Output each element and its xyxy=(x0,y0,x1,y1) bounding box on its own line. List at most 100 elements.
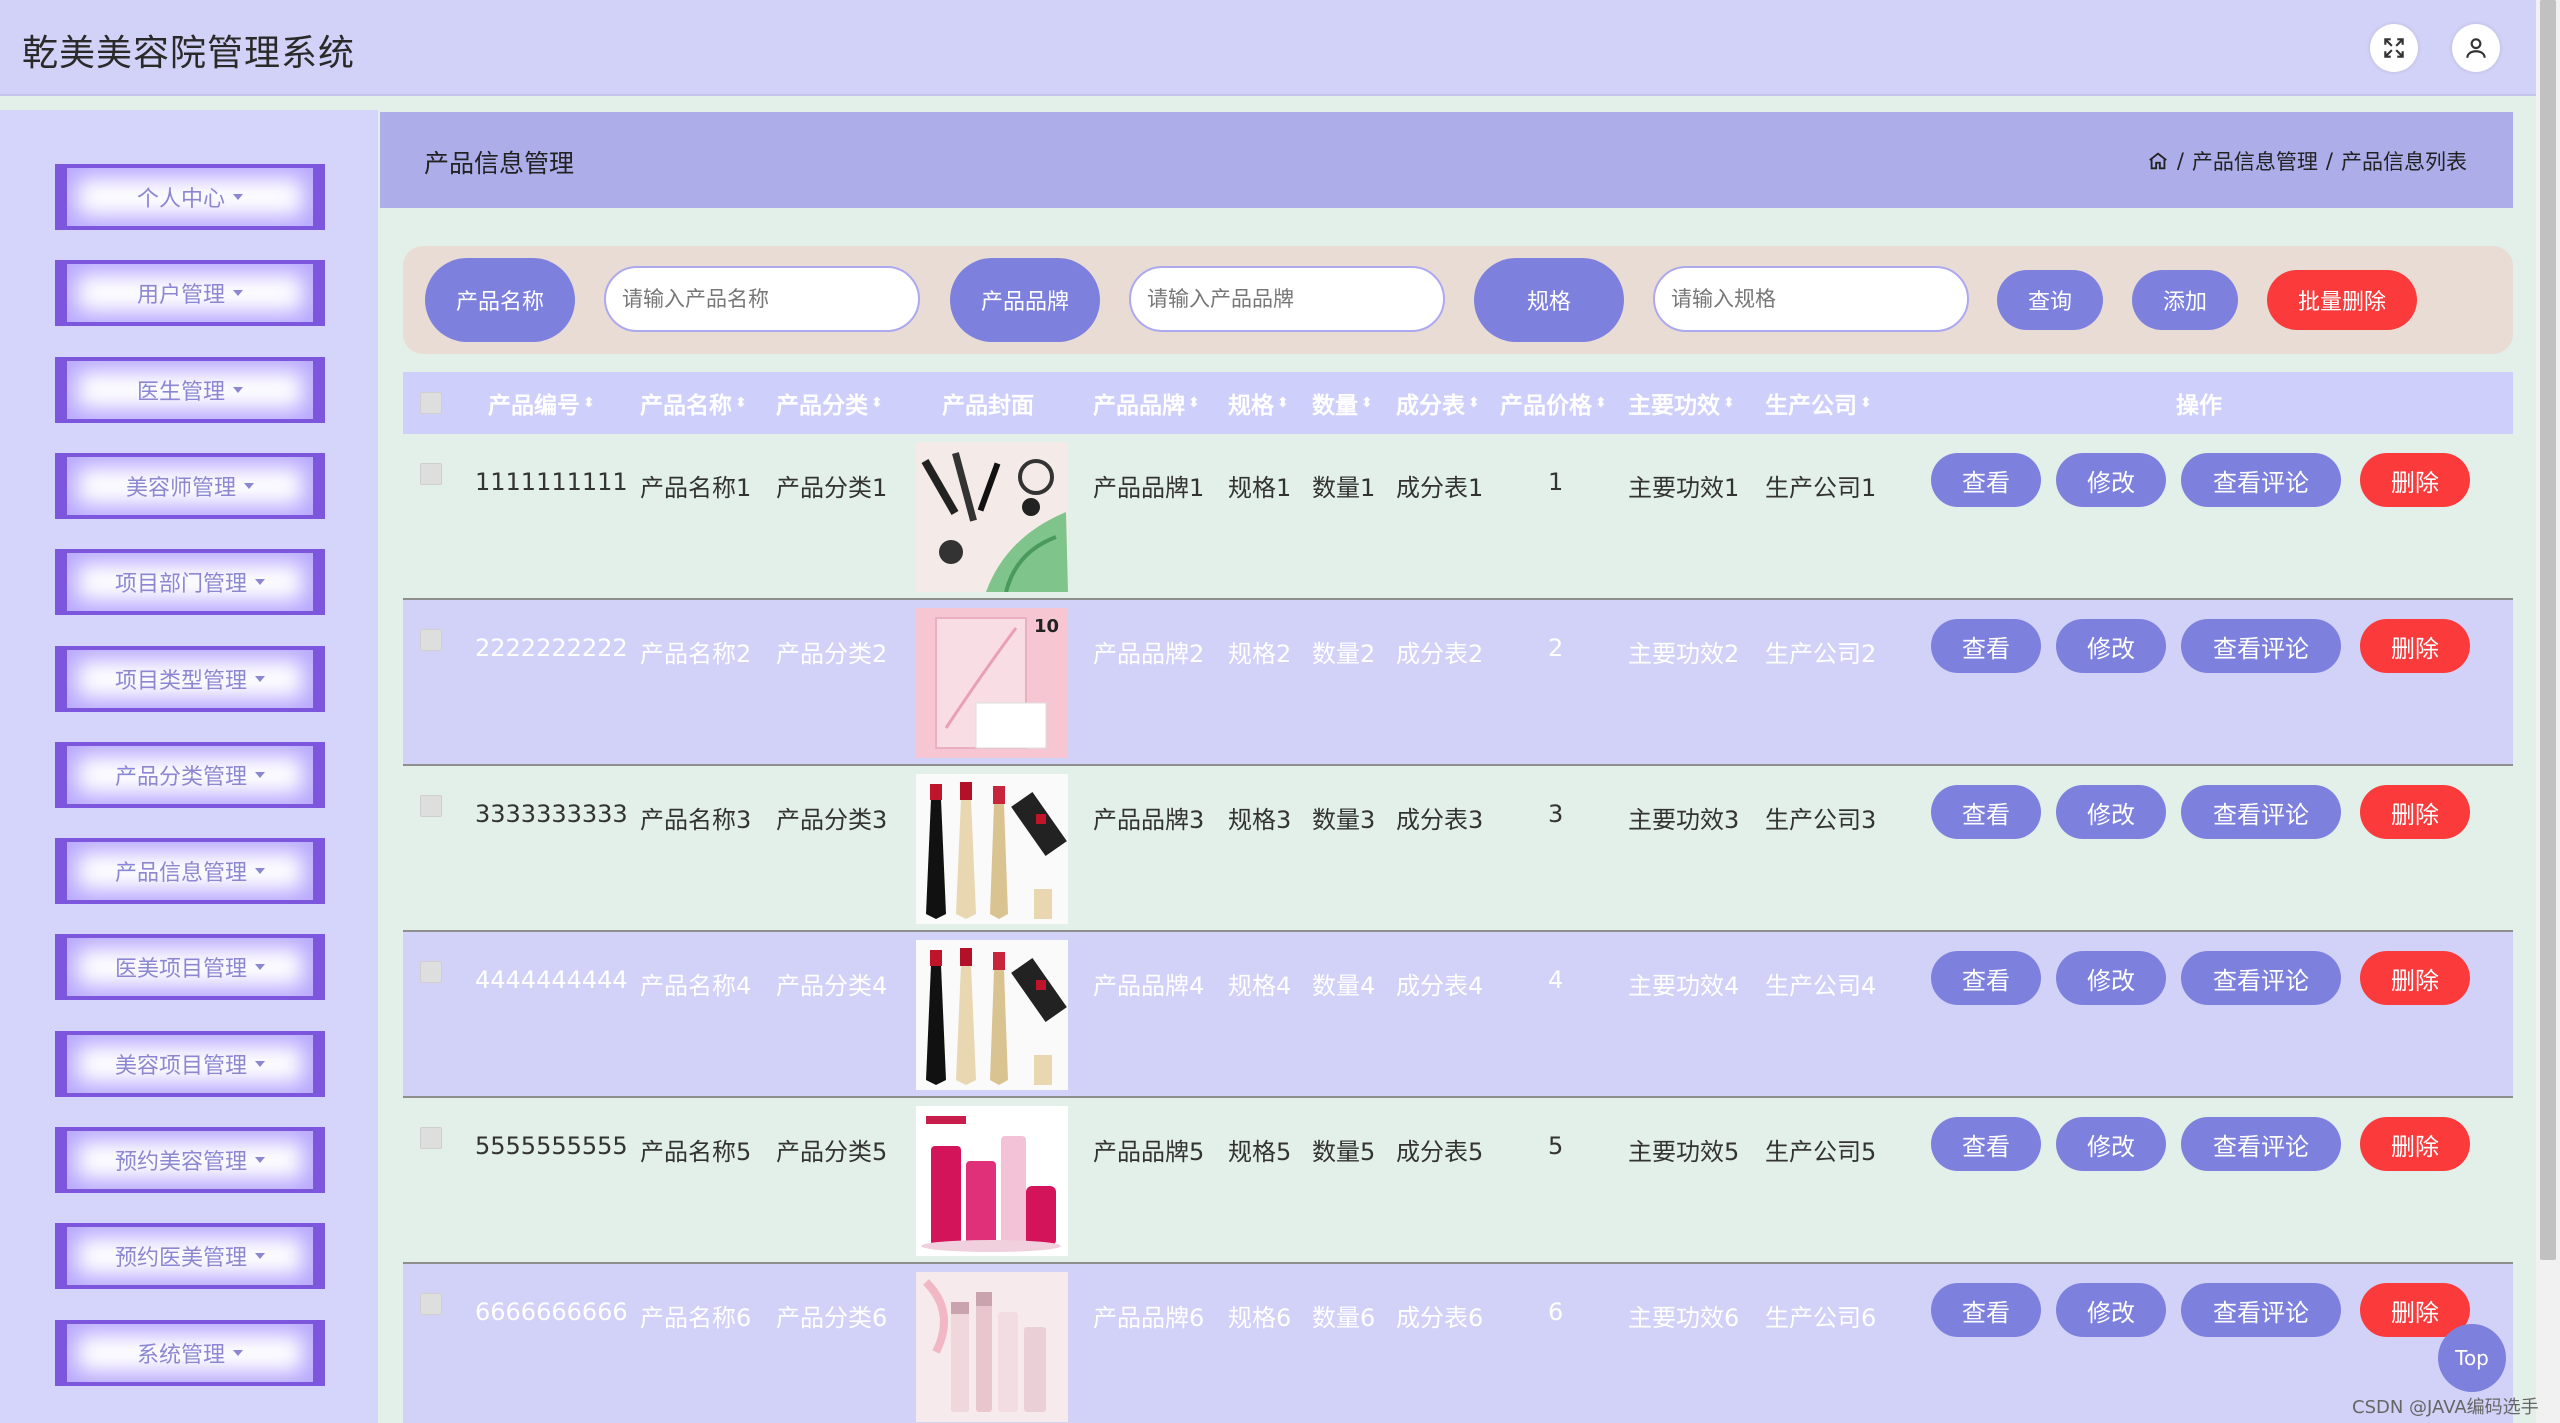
col-category[interactable]: 产品分类 ⬍ xyxy=(776,372,883,434)
delete-button[interactable]: 删除 xyxy=(2360,619,2470,673)
edit-button[interactable]: 修改 xyxy=(2056,785,2166,839)
col-code[interactable]: 产品编号 ⬍ xyxy=(488,372,595,434)
edit-button[interactable]: 修改 xyxy=(2056,619,2166,673)
delete-button[interactable]: 删除 xyxy=(2360,785,2470,839)
row-checkbox[interactable] xyxy=(420,1127,442,1149)
cell-spec: 规格5 xyxy=(1228,1138,1292,1166)
sidebar-item[interactable]: 项目类型管理 xyxy=(55,645,325,712)
cell-name: 产品名称3 xyxy=(640,806,752,834)
table-body: 1111111111 产品名称1 产品分类1 产品品牌1 规格1 数量1 成分表1 1 主要功效… xyxy=(403,434,2513,1423)
view-button[interactable]: 查看 xyxy=(1931,951,2041,1005)
fullscreen-button[interactable] xyxy=(2370,24,2418,72)
sidebar-item-inner: 美容师管理 xyxy=(67,456,313,515)
table-row: 3333333333 产品名称3 产品分类3 产品品牌3 规格3 数量3 成分表3 3 主要功效… xyxy=(403,766,2513,932)
table-row: 2222222222 产品名称2 产品分类2 10 产品品牌2 规格2 数量2 成分表2 2 主要… xyxy=(403,600,2513,766)
view-reviews-button[interactable]: 查看评论 xyxy=(2181,785,2341,839)
sidebar-item[interactable]: 预约医美管理 xyxy=(55,1223,325,1290)
view-button[interactable]: 查看 xyxy=(1931,453,2041,507)
product-cover-image xyxy=(916,940,1068,1090)
col-brand[interactable]: 产品品牌 ⬍ xyxy=(1093,372,1200,434)
caret-down-icon xyxy=(255,1157,265,1163)
scrollbar-thumb[interactable] xyxy=(2540,0,2556,1260)
cell-ingredients: 成分表5 xyxy=(1396,1138,1484,1166)
sort-icon: ⬍ xyxy=(1361,395,1373,411)
sidebar-item[interactable]: 产品分类管理 xyxy=(55,741,325,808)
row-checkbox[interactable] xyxy=(420,1293,442,1315)
sidebar-item[interactable]: 预约美容管理 xyxy=(55,1127,325,1193)
app-title: 乾美美容院管理系统 xyxy=(22,33,356,74)
add-button[interactable]: 添加 xyxy=(2132,270,2238,330)
home-icon[interactable] xyxy=(2147,150,2169,172)
sidebar-item[interactable]: 医美项目管理 xyxy=(55,934,325,1001)
sort-icon: ⬍ xyxy=(583,395,595,411)
spec-input[interactable] xyxy=(1653,266,1969,332)
product-name-input[interactable] xyxy=(604,266,920,332)
user-button[interactable] xyxy=(2452,24,2500,72)
col-name[interactable]: 产品名称 ⬍ xyxy=(640,372,747,434)
cell-maker: 生产公司2 xyxy=(1765,640,1877,668)
cell-ingredients: 成分表4 xyxy=(1396,972,1484,1000)
sidebar-item-inner: 预约医美管理 xyxy=(67,1227,313,1286)
col-maker[interactable]: 生产公司 ⬍ xyxy=(1765,372,1872,434)
caret-down-icon xyxy=(255,1253,265,1260)
breadcrumb: / 产品信息管理 / 产品信息列表 xyxy=(2147,146,2467,176)
sidebar-item[interactable]: 产品信息管理 xyxy=(55,838,325,905)
sidebar-item[interactable]: 系统管理 xyxy=(55,1319,325,1386)
col-price[interactable]: 产品价格 ⬍ xyxy=(1500,372,1607,434)
cell-category: 产品分类5 xyxy=(776,1138,888,1166)
view-reviews-button[interactable]: 查看评论 xyxy=(2181,619,2341,673)
view-reviews-button[interactable]: 查看评论 xyxy=(2181,1283,2341,1337)
row-checkbox[interactable] xyxy=(420,463,442,485)
edit-button[interactable]: 修改 xyxy=(2056,453,2166,507)
sidebar-item[interactable]: 美容师管理 xyxy=(55,452,325,519)
delete-button[interactable]: 删除 xyxy=(2360,453,2470,507)
view-button[interactable]: 查看 xyxy=(1931,785,2041,839)
product-brand-input[interactable] xyxy=(1129,266,1445,332)
table-row: 6666666666 产品名称6 产品分类6 产品品牌6 规格6 数量6 成分表6 6 主要功效… xyxy=(403,1264,2513,1423)
sidebar-item[interactable]: 美容项目管理 xyxy=(55,1030,325,1097)
view-reviews-button[interactable]: 查看评论 xyxy=(2181,1117,2341,1171)
back-to-top-button[interactable]: Top xyxy=(2438,1324,2506,1392)
sort-icon: ⬍ xyxy=(735,395,747,411)
breadcrumb-level-2: 产品信息列表 xyxy=(2341,150,2467,174)
page-scrollbar[interactable] xyxy=(2536,0,2560,1423)
cell-brand: 产品品牌6 xyxy=(1093,1304,1205,1332)
cell-brand: 产品品牌5 xyxy=(1093,1138,1205,1166)
sidebar-item[interactable]: 项目部门管理 xyxy=(55,549,325,616)
col-spec[interactable]: 规格 ⬍ xyxy=(1228,372,1289,434)
view-button[interactable]: 查看 xyxy=(1931,619,2041,673)
delete-button[interactable]: 删除 xyxy=(2360,1117,2470,1171)
delete-button[interactable]: 删除 xyxy=(2360,951,2470,1005)
col-effect[interactable]: 主要功效 ⬍ xyxy=(1628,372,1735,434)
breadcrumb-level-1[interactable]: 产品信息管理 xyxy=(2192,146,2318,176)
cell-name: 产品名称4 xyxy=(640,972,752,1000)
view-reviews-button[interactable]: 查看评论 xyxy=(2181,951,2341,1005)
col-ingredients[interactable]: 成分表 ⬍ xyxy=(1396,372,1480,434)
cell-name: 产品名称6 xyxy=(640,1304,752,1332)
query-button[interactable]: 查询 xyxy=(1997,270,2103,330)
edit-button[interactable]: 修改 xyxy=(2056,1117,2166,1171)
sort-icon: ⬍ xyxy=(1595,395,1607,411)
edit-button[interactable]: 修改 xyxy=(2056,951,2166,1005)
cell-effect: 主要功效4 xyxy=(1628,972,1740,1000)
sidebar-item[interactable]: 用户管理 xyxy=(55,260,325,327)
row-checkbox[interactable] xyxy=(420,961,442,983)
col-cover: 产品封面 xyxy=(942,393,1034,419)
col-qty[interactable]: 数量 ⬍ xyxy=(1312,372,1373,434)
view-reviews-button[interactable]: 查看评论 xyxy=(2181,453,2341,507)
row-checkbox[interactable] xyxy=(420,629,442,651)
edit-button[interactable]: 修改 xyxy=(2056,1283,2166,1337)
select-all-checkbox[interactable] xyxy=(420,392,442,414)
sidebar-item-label: 医生管理 xyxy=(136,379,225,405)
sidebar-item[interactable]: 个人中心 xyxy=(55,164,325,230)
view-button[interactable]: 查看 xyxy=(1931,1117,2041,1171)
sidebar-item-inner: 医生管理 xyxy=(67,360,313,419)
view-button[interactable]: 查看 xyxy=(1931,1283,2041,1337)
sidebar-item[interactable]: 医生管理 xyxy=(55,356,325,423)
cell-price: 6 xyxy=(1548,1298,1564,1326)
sidebar-item-inner: 产品分类管理 xyxy=(67,745,313,804)
cell-brand: 产品品牌4 xyxy=(1093,972,1205,1000)
row-checkbox[interactable] xyxy=(420,795,442,817)
caret-down-icon xyxy=(255,964,265,971)
batch-delete-button[interactable]: 批量删除 xyxy=(2267,270,2417,330)
